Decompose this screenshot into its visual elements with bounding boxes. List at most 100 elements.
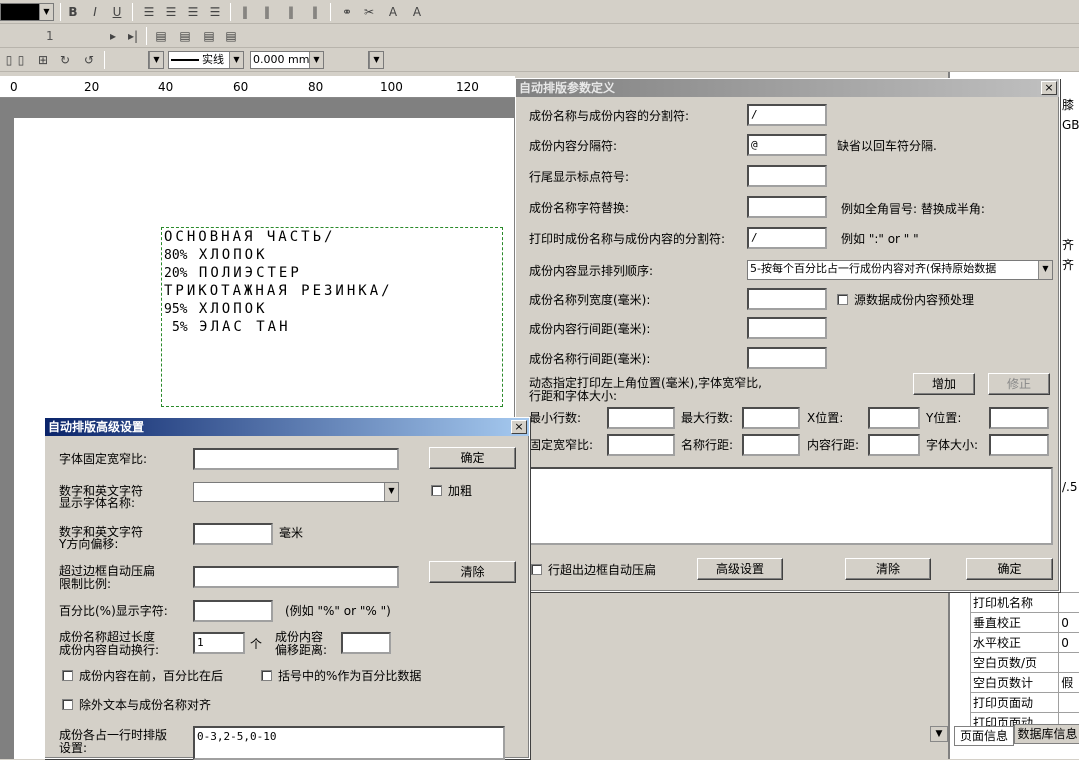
order-select[interactable]: 5-按每个百分比占一行成份内容对齐(保持原始数据▼ — [747, 260, 1053, 280]
content-sep-input[interactable]: @ — [747, 134, 827, 156]
line-end-input[interactable] — [747, 165, 827, 187]
composition-textbox[interactable]: ОСНОВНАЯ ЧАСТЬ/ 80% ХЛОПОК 20% ПОЛИЭСТЕР… — [161, 227, 503, 407]
x-pos-input[interactable] — [868, 407, 920, 429]
separator — [330, 3, 331, 21]
italic-button[interactable]: I — [86, 3, 104, 21]
fixed-ratio-input[interactable] — [193, 448, 399, 470]
format-toolbar: ▼ B I U ☰ ☰ ☰ ☰ ‖ ‖ ‖ ‖ ⚭ ✂ A A — [0, 0, 1079, 24]
panel-text: 齐 — [1062, 258, 1074, 272]
justify-icon[interactable]: ☰ — [206, 3, 224, 21]
bracket-pct-checkbox[interactable] — [261, 670, 272, 681]
barcode-icon[interactable]: ‖ — [282, 3, 300, 21]
table-row[interactable]: 垂直校正0 — [971, 613, 1079, 633]
table-row[interactable]: 打印页面动 — [971, 693, 1079, 713]
barcode-icon[interactable]: ‖ — [236, 3, 254, 21]
grid-icon[interactable]: ⊞ — [34, 51, 52, 69]
add-button[interactable]: 增加 — [913, 373, 975, 395]
name-spacing2-input[interactable] — [742, 434, 800, 456]
align-left-icon[interactable]: ☰ — [140, 3, 158, 21]
layer-icon[interactable]: ▤ — [176, 27, 194, 45]
layer-icon[interactable]: ▤ — [200, 27, 218, 45]
tab-page-info[interactable]: 页面信息 — [954, 726, 1014, 746]
table-row[interactable]: 空白页数/页 — [971, 653, 1079, 673]
pct-char-input[interactable] — [193, 600, 273, 622]
tool-icon[interactable]: ▯ — [12, 51, 30, 69]
modify-button[interactable]: 修正 — [988, 373, 1050, 395]
label-line: 80% ХЛОПОК — [164, 246, 268, 265]
y-offset-input[interactable] — [193, 523, 273, 545]
separator — [230, 3, 231, 21]
min-rows-input[interactable] — [607, 407, 675, 429]
field-label: 成份名称超过长度 — [59, 630, 155, 644]
wrap-count-input[interactable]: 1 — [193, 632, 245, 654]
label-line: 20% ПОЛИЭСТЕР — [164, 264, 302, 283]
panel-text: 齐 — [1062, 238, 1074, 252]
barcode-icon[interactable]: ‖ — [258, 3, 276, 21]
line-width-select[interactable]: 0.000 mm▼ — [250, 51, 324, 69]
bold-checkbox[interactable] — [431, 485, 442, 496]
print-sep-input[interactable]: / — [747, 227, 827, 249]
y-pos-input[interactable] — [989, 407, 1049, 429]
compress-limit-input[interactable] — [193, 566, 399, 588]
align-checkbox[interactable] — [62, 699, 73, 710]
checkbox-label: 源数据成份内容预处理 — [854, 293, 974, 307]
unlink-icon[interactable]: ✂ — [360, 3, 378, 21]
field-label: 百分比(%)显示字符: — [59, 604, 168, 618]
barcode-icon[interactable]: ‖ — [306, 3, 324, 21]
name-content-sep-input[interactable]: / — [747, 104, 827, 126]
refresh-icon[interactable]: ↻ — [56, 51, 74, 69]
table-row[interactable]: 空白页数计假 — [971, 673, 1079, 693]
underline-button[interactable]: U — [108, 3, 126, 21]
field-label: 成份内容显示排列顺序: — [529, 264, 653, 278]
line-style-select[interactable]: 实线▼ — [168, 51, 244, 69]
name-replace-input[interactable] — [747, 196, 827, 218]
label-line: 95% ХЛОПОК — [164, 300, 268, 319]
layer-icon[interactable]: ▤ — [222, 27, 240, 45]
offset-distance-input[interactable] — [341, 632, 391, 654]
clear-button[interactable]: 清除 — [845, 558, 931, 580]
field-label: 成份名称字符替换: — [529, 201, 629, 215]
misc-dropdown[interactable]: ▼ — [368, 51, 384, 69]
advanced-settings-button[interactable]: 高级设置 — [697, 558, 783, 580]
text-format-icon[interactable]: A — [384, 3, 402, 21]
last-page-icon[interactable]: ▸| — [124, 27, 142, 45]
param-dialog: 自动排版参数定义 × 成份名称与成份内容的分割符: / 成份内容分隔符: @ 缺… — [515, 78, 1060, 592]
table-row[interactable]: 打印机名称 — [971, 593, 1079, 613]
content-spacing-input[interactable] — [747, 317, 827, 339]
fill-dropdown[interactable]: ▼ — [148, 51, 164, 69]
horizontal-ruler: 0 20 40 60 80 100 120 — [0, 76, 515, 98]
align-right-icon[interactable]: ☰ — [184, 3, 202, 21]
clear-button[interactable]: 清除 — [429, 561, 516, 583]
close-button[interactable]: × — [511, 420, 527, 434]
align-center-icon[interactable]: ☰ — [162, 3, 180, 21]
undo-icon[interactable]: ↺ — [80, 51, 98, 69]
next-page-icon[interactable]: ▸ — [104, 27, 122, 45]
scroll-down-icon[interactable]: ▼ — [930, 726, 948, 742]
link-icon[interactable]: ⚭ — [338, 3, 356, 21]
fixed-ratio-input[interactable] — [607, 434, 675, 456]
label-line: ТРИКОТАЖНАЯ РЕЗИНКА/ — [164, 282, 393, 300]
overflow-compress-checkbox[interactable] — [531, 564, 542, 575]
table-row[interactable]: 水平校正0 — [971, 633, 1079, 653]
col-width-input[interactable] — [747, 288, 827, 310]
text-format-icon[interactable]: A — [408, 3, 426, 21]
field-label: Y方向偏移: — [59, 537, 118, 551]
bold-button[interactable]: B — [64, 3, 82, 21]
separator — [60, 3, 61, 21]
content-first-checkbox[interactable] — [62, 670, 73, 681]
content-spacing2-input[interactable] — [868, 434, 920, 456]
name-spacing-input[interactable] — [747, 347, 827, 369]
dynamic-list[interactable] — [529, 467, 1053, 545]
color-picker[interactable]: ▼ — [0, 3, 54, 21]
close-button[interactable]: × — [1041, 81, 1057, 95]
ok-button[interactable]: 确定 — [966, 558, 1053, 580]
layout-settings-input[interactable]: 0-3,2-5,0-10 — [193, 726, 505, 760]
ruler-label: 100 — [380, 80, 403, 94]
font-size-input[interactable] — [989, 434, 1049, 456]
max-rows-input[interactable] — [742, 407, 800, 429]
layer-icon[interactable]: ▤ — [152, 27, 170, 45]
source-preprocess-checkbox[interactable] — [837, 294, 848, 305]
ok-button[interactable]: 确定 — [429, 447, 516, 469]
font-name-select[interactable]: ▼ — [193, 482, 399, 502]
tab-db-info[interactable]: 数据库信息 — [1014, 724, 1079, 744]
